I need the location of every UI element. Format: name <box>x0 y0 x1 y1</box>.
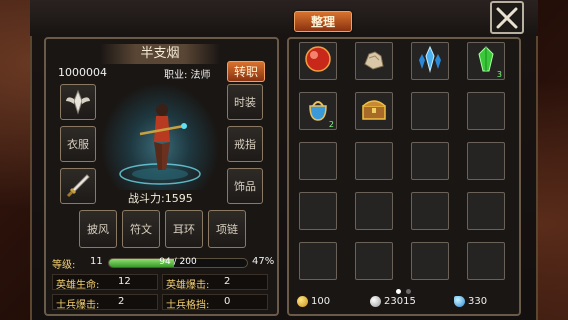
inventory-slot-empty[interactable] <box>467 192 505 230</box>
hero-crit-label: 英雄爆击: <box>166 280 210 291</box>
job-change-button[interactable]: 转职 <box>227 61 265 82</box>
silver-amount: 23015 <box>384 296 416 307</box>
sort-button[interactable]: 整理 <box>294 11 352 32</box>
silver-ore-icon <box>370 296 381 307</box>
helmet-slot[interactable] <box>60 84 96 120</box>
close-icon <box>496 7 518 28</box>
hero-hp-label: 英雄生命: <box>56 280 100 291</box>
earring-slot[interactable]: 耳环 <box>165 210 203 248</box>
character-id: 1000004 <box>58 66 107 79</box>
weapon-slot[interactable] <box>60 168 96 204</box>
winged-helmet-icon <box>66 89 90 115</box>
inventory-slot-empty[interactable] <box>355 142 393 180</box>
sword-icon <box>66 174 90 198</box>
ornament-slot[interactable]: 饰品 <box>227 168 263 204</box>
soldier-crit-value: 2 <box>118 296 125 307</box>
inventory-slot-empty[interactable] <box>355 242 393 280</box>
fashion-slot[interactable]: 时装 <box>227 84 263 120</box>
level-label: 等级: <box>52 260 76 271</box>
level-value: 11 <box>90 256 103 267</box>
top-bar <box>30 0 538 36</box>
treasure-chest-icon <box>359 94 389 128</box>
inventory-slot-empty[interactable] <box>467 142 505 180</box>
necklace-slot[interactable]: 项链 <box>208 210 246 248</box>
inventory-slot-blue-bag[interactable]: 2 <box>299 92 337 130</box>
inventory-slot-empty[interactable] <box>411 242 449 280</box>
rune-slot[interactable]: 符文 <box>122 210 160 248</box>
character-name: 半支烟 <box>100 44 220 64</box>
cloak-slot[interactable]: 披风 <box>79 210 117 248</box>
soldier-block-label: 士兵格挡: <box>166 300 210 311</box>
gold-amount: 100 <box>311 296 331 307</box>
character-model <box>119 104 201 185</box>
xp-text: 94 / 200 <box>159 257 197 267</box>
xp-percent: 47% <box>252 256 275 267</box>
inventory-slot-empty[interactable] <box>411 192 449 230</box>
hero-crit-value: 2 <box>224 276 231 287</box>
character-job: 职业: 法师 <box>164 70 211 81</box>
hero-hp-value: 12 <box>118 276 131 287</box>
soldier-block-value: 0 <box>224 296 231 307</box>
clothes-slot[interactable]: 衣服 <box>60 126 96 162</box>
close-button[interactable] <box>490 1 524 34</box>
ring-slot[interactable]: 戒指 <box>227 126 263 162</box>
inventory-slot-empty[interactable] <box>467 92 505 130</box>
inventory-slot-red-orb[interactable] <box>299 42 337 80</box>
inventory-slot-treasure-chest[interactable] <box>355 92 393 130</box>
inventory-slot-empty[interactable] <box>355 192 393 230</box>
diamond-icon <box>454 296 465 307</box>
inventory-slot-empty[interactable] <box>299 192 337 230</box>
inventory-slot-empty[interactable] <box>467 242 505 280</box>
inventory-slot-empty[interactable] <box>411 92 449 130</box>
inventory-slot-green-gem[interactable]: 3 <box>467 42 505 80</box>
item-count: 3 <box>496 70 502 79</box>
page-dot[interactable] <box>396 289 401 294</box>
blue-crystal-icon <box>415 44 445 78</box>
inventory-slot-blue-crystal[interactable] <box>411 42 449 80</box>
inventory-slot-ore[interactable] <box>355 42 393 80</box>
red-orb-icon <box>303 44 333 78</box>
page-dot[interactable] <box>406 289 411 294</box>
inventory-slot-empty[interactable] <box>299 242 337 280</box>
diamond-amount: 330 <box>468 296 488 307</box>
soldier-crit-label: 士兵爆击: <box>56 300 100 311</box>
inventory-slot-empty[interactable] <box>411 142 449 180</box>
gold-coin-icon <box>297 296 308 307</box>
combat-power: 战斗力:1595 <box>128 192 193 205</box>
inventory-slot-empty[interactable] <box>299 142 337 180</box>
item-count: 2 <box>328 120 334 129</box>
character-stage <box>100 82 220 190</box>
ore-icon <box>359 44 389 78</box>
